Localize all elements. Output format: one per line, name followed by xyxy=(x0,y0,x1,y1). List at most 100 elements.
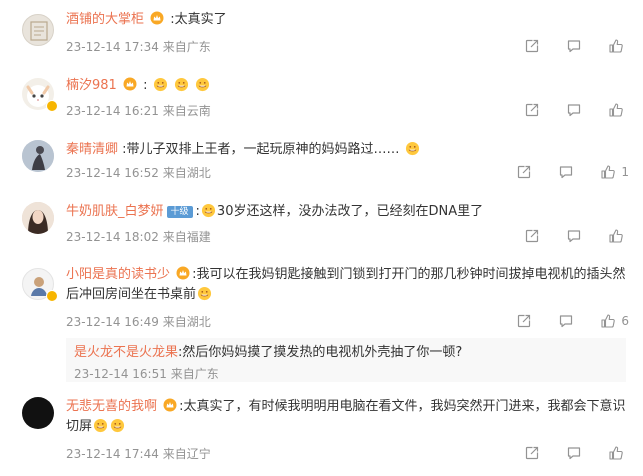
like-count: 6 xyxy=(621,314,629,328)
comment-line: 楠汐981 : xyxy=(66,76,211,96)
share-icon xyxy=(516,313,532,329)
comment-meta: 23-12-14 16:52 来自湖北 xyxy=(66,164,211,181)
crown-icon xyxy=(123,77,137,91)
thumbs-up-icon xyxy=(600,313,616,329)
comment-button[interactable] xyxy=(566,445,582,461)
share-button[interactable] xyxy=(524,228,540,244)
comment-meta: 23-12-14 17:44 来自辽宁 xyxy=(66,445,211,462)
verified-badge xyxy=(46,290,58,302)
comment-icon xyxy=(566,102,582,118)
like-button[interactable] xyxy=(608,445,629,461)
comment-text: 30岁还这样，没办法改了，已经刻在DNA里了 xyxy=(216,204,484,219)
crown-icon xyxy=(176,266,190,280)
location: 来自广东 xyxy=(170,367,219,381)
share-icon xyxy=(516,164,532,180)
comment-text: : xyxy=(143,78,148,93)
emoji-icon xyxy=(201,203,216,218)
emoji-icon xyxy=(405,141,420,156)
comment-line: 无悲无喜的我啊 :太真实了，有时候我明明用电脑在看文件，我妈突然开门进来，我都会… xyxy=(66,397,626,437)
comment-actions xyxy=(498,445,629,461)
reply-line: 是火龙不是火龙果:然后你妈妈摸了摸发热的电视机外壳抽了你一顿? xyxy=(74,341,462,360)
like-button[interactable]: 1 xyxy=(600,164,629,180)
emoji-icon xyxy=(153,77,168,92)
username-link[interactable]: 酒铺的大掌柜 xyxy=(66,12,144,27)
share-button[interactable] xyxy=(516,313,532,329)
comment-icon xyxy=(558,313,574,329)
location: 来自广东 xyxy=(162,40,211,54)
verified-badge xyxy=(46,100,58,112)
username-link[interactable]: 小阳是真的读书少 xyxy=(66,267,170,282)
reply-username-link[interactable]: 是火龙不是火龙果 xyxy=(74,345,178,360)
crown-icon xyxy=(163,398,177,412)
comment-icon xyxy=(566,38,582,54)
location: 来自辽宁 xyxy=(162,447,211,461)
share-icon xyxy=(524,38,540,54)
share-button[interactable] xyxy=(516,164,532,180)
thumbs-up-icon xyxy=(608,38,624,54)
emoji-icon xyxy=(110,418,125,433)
timestamp: 23-12-14 16:21 xyxy=(66,104,159,118)
share-icon xyxy=(524,102,540,118)
timestamp: 23-12-14 16:52 xyxy=(66,166,159,180)
comment-actions: 1 xyxy=(490,164,629,180)
comment-button[interactable] xyxy=(566,38,582,54)
comment-meta: 23-12-14 16:49 来自湖北 xyxy=(66,313,211,330)
level-badge: 十级 xyxy=(166,206,193,218)
share-icon xyxy=(524,228,540,244)
comment-button[interactable] xyxy=(566,102,582,118)
comment-button[interactable] xyxy=(566,228,582,244)
timestamp: 23-12-14 16:51 xyxy=(74,367,167,381)
comment-button[interactable] xyxy=(558,313,574,329)
reply-item: 是火龙不是火龙果:然后你妈妈摸了摸发热的电视机外壳抽了你一顿? 23-12-14… xyxy=(66,338,626,382)
timestamp: 23-12-14 16:49 xyxy=(66,315,159,329)
username-link[interactable]: 秦晴清卿 xyxy=(66,142,118,157)
emoji-icon xyxy=(195,77,210,92)
share-icon xyxy=(524,445,540,461)
comment-line: 酒铺的大掌柜 :太真实了 xyxy=(66,10,227,30)
like-button[interactable] xyxy=(608,38,629,54)
avatar[interactable] xyxy=(22,202,54,234)
username-link[interactable]: 无悲无喜的我啊 xyxy=(66,399,157,414)
comment-line: 牛奶肌肤_白梦妍 十级:30岁还这样，没办法改了，已经刻在DNA里了 xyxy=(66,203,484,219)
share-button[interactable] xyxy=(524,38,540,54)
username-link[interactable]: 楠汐981 xyxy=(66,78,117,93)
timestamp: 23-12-14 18:02 xyxy=(66,230,159,244)
comment-meta: 23-12-14 18:02 来自福建 xyxy=(66,228,211,245)
crown-icon xyxy=(150,11,164,25)
like-button[interactable] xyxy=(608,102,629,118)
like-button[interactable] xyxy=(608,228,629,244)
comment-line: 秦晴清卿 :带儿子双排上王者，一起玩原神的妈妈路过…… xyxy=(66,140,421,160)
like-button[interactable]: 6 xyxy=(600,313,629,329)
comment-actions xyxy=(498,102,629,118)
comment-icon xyxy=(558,164,574,180)
comment-actions xyxy=(498,228,629,244)
comment-actions: 6 xyxy=(490,313,629,329)
comment-text: :太真实了 xyxy=(170,12,227,27)
thumbs-up-icon xyxy=(600,164,616,180)
timestamp: 23-12-14 17:44 xyxy=(66,447,159,461)
thumbs-up-icon xyxy=(608,102,624,118)
comment-line: 小阳是真的读书少 :我可以在我妈钥匙接触到门锁到打开门的那几秒钟时间拔掉电视机的… xyxy=(66,265,626,305)
share-button[interactable] xyxy=(524,445,540,461)
thumbs-up-icon xyxy=(608,228,624,244)
emoji-icon xyxy=(174,77,189,92)
share-button[interactable] xyxy=(524,102,540,118)
comment-meta: 23-12-14 16:21 来自云南 xyxy=(66,102,211,119)
location: 来自湖北 xyxy=(162,315,211,329)
comment-icon xyxy=(566,445,582,461)
thumbs-up-icon xyxy=(608,445,624,461)
comment-icon xyxy=(566,228,582,244)
avatar[interactable] xyxy=(22,397,54,429)
comment-text: :带儿子双排上王者，一起玩原神的妈妈路过…… xyxy=(122,142,400,157)
username-link[interactable]: 牛奶肌肤_白梦妍 xyxy=(66,204,164,219)
emoji-icon xyxy=(93,418,108,433)
location: 来自湖北 xyxy=(162,166,211,180)
reply-meta: 23-12-14 16:51 来自广东 xyxy=(74,365,219,382)
like-count: 1 xyxy=(621,165,629,179)
location: 来自福建 xyxy=(162,230,211,244)
avatar[interactable] xyxy=(22,14,54,46)
avatar[interactable] xyxy=(22,140,54,172)
comment-button[interactable] xyxy=(558,164,574,180)
comment-actions xyxy=(498,38,629,54)
timestamp: 23-12-14 17:34 xyxy=(66,40,159,54)
